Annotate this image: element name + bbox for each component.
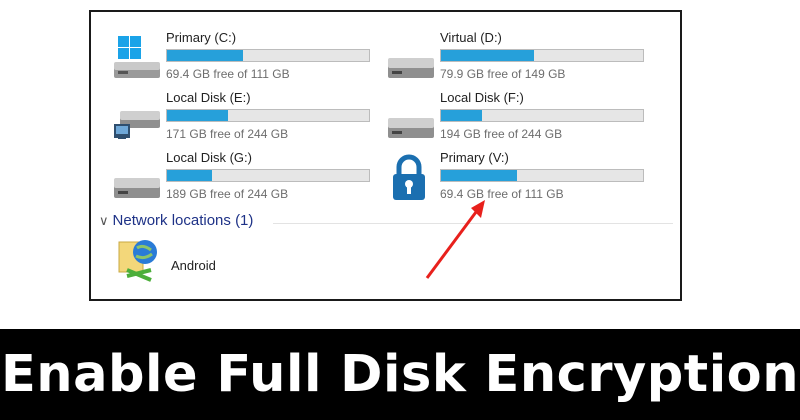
drive-item-d[interactable]: Virtual (D:) 79.9 GB free of 149 GB	[384, 30, 644, 86]
network-locations-header[interactable]: ∨ Network locations (1)	[99, 212, 253, 229]
hard-drive-icon	[388, 118, 434, 138]
drive-name: Local Disk (G:)	[166, 150, 252, 165]
network-location-icon[interactable]	[117, 236, 161, 284]
drive-item-e[interactable]: Local Disk (E:) 171 GB free of 244 GB	[110, 90, 370, 146]
network-locations-label: Network locations (1)	[112, 212, 254, 229]
drive-usage-bar	[166, 49, 370, 62]
drive-free-text: 79.9 GB free of 149 GB	[440, 67, 566, 81]
drive-usage-fill	[441, 170, 517, 181]
drive-usage-fill	[167, 170, 213, 181]
windows-drive-icon	[114, 36, 160, 78]
chevron-down-icon: ∨	[99, 213, 109, 228]
file-explorer-panel: Primary (C:) 69.4 GB free of 111 GB Virt…	[89, 10, 682, 301]
drive-name: Primary (C:)	[166, 30, 237, 45]
drive-usage-fill	[441, 110, 483, 121]
drive-usage-bar	[440, 169, 644, 182]
drive-usage-fill	[167, 50, 243, 61]
drive-usage-fill	[167, 110, 228, 121]
drive-free-text: 194 GB free of 244 GB	[440, 127, 563, 141]
hard-drive-icon	[388, 58, 434, 78]
drive-usage-bar	[166, 109, 370, 122]
network-drive-icon	[114, 111, 160, 139]
banner-title: Enable Full Disk Encryption	[0, 345, 800, 404]
drive-usage-fill	[441, 50, 534, 61]
hard-drive-icon	[114, 178, 160, 198]
drive-free-text: 189 GB free of 244 GB	[166, 187, 289, 201]
drive-name: Virtual (D:)	[440, 30, 502, 45]
red-arrow-icon	[425, 200, 485, 279]
drive-free-text: 69.4 GB free of 111 GB	[166, 67, 290, 81]
drive-usage-bar	[440, 109, 644, 122]
drive-item-f[interactable]: Local Disk (F:) 194 GB free of 244 GB	[384, 90, 644, 146]
drive-item-c[interactable]: Primary (C:) 69.4 GB free of 111 GB	[110, 30, 370, 86]
drive-name: Local Disk (E:)	[166, 90, 251, 105]
title-banner: Enable Full Disk Encryption	[0, 329, 800, 420]
drive-usage-bar	[440, 49, 644, 62]
drive-usage-bar	[166, 169, 370, 182]
drive-name: Local Disk (F:)	[440, 90, 524, 105]
drive-item-g[interactable]: Local Disk (G:) 189 GB free of 244 GB	[110, 150, 370, 206]
network-item-label[interactable]: Android	[171, 258, 216, 273]
drive-free-text: 171 GB free of 244 GB	[166, 127, 289, 141]
drive-name: Primary (V:)	[440, 150, 509, 165]
